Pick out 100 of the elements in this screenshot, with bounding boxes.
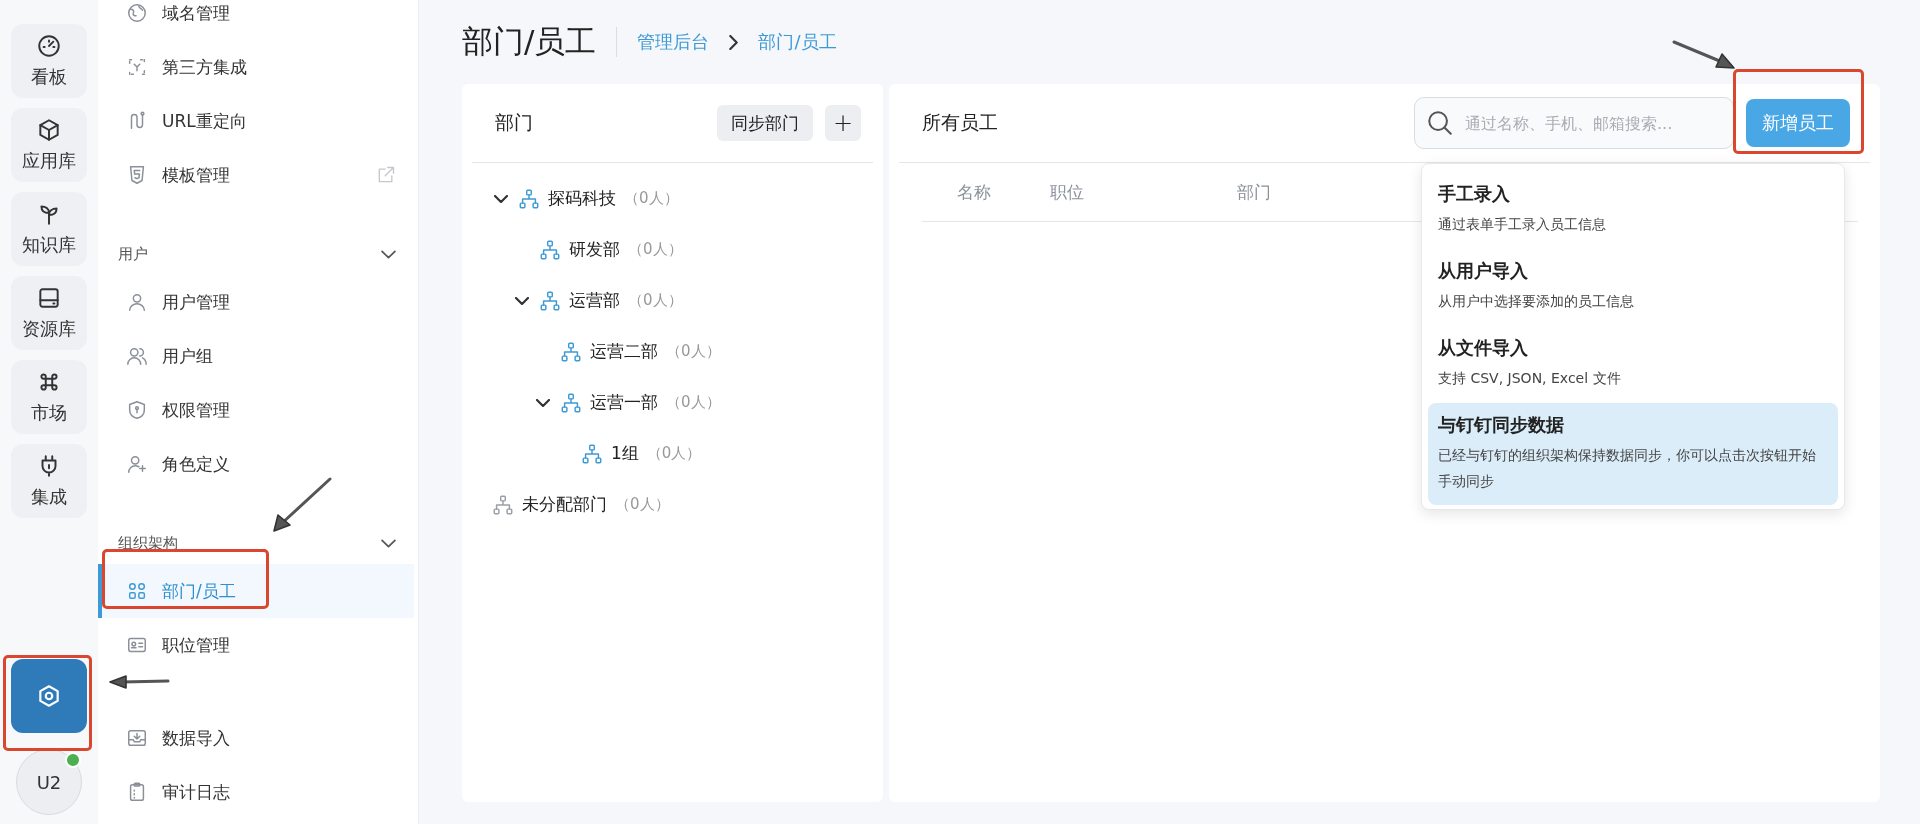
menu-item-title: 手工录入 — [1438, 182, 1511, 206]
menu-item-title: 与钉钉同步数据 — [1438, 412, 1565, 437]
sidebar-item-label: 模板管理 — [162, 163, 231, 187]
menu-item[interactable]: 从用户导入 从用户中选择要添加的员工信息 — [1428, 248, 1838, 326]
sidebar-item[interactable]: 权限管理 — [98, 383, 414, 437]
tree-node[interactable]: 运营二部 （0人） — [492, 326, 873, 377]
sidebar-item[interactable]: 角色定义 — [98, 437, 414, 491]
sidebar-item-label: 第三方集成 — [162, 55, 248, 79]
search-icon — [1428, 111, 1452, 135]
rail-nav-item[interactable]: 集成 — [11, 444, 87, 518]
chevron-icon[interactable] — [494, 194, 508, 203]
sidebar-item-label: 角色定义 — [162, 452, 231, 476]
add-department-button[interactable]: + — [825, 105, 861, 141]
department-name: 1组 — [611, 442, 639, 465]
section-header[interactable]: 用户 — [98, 234, 418, 275]
sidebar-item[interactable]: 审计日志 — [98, 765, 414, 819]
sidebar-item-label: 审计日志 — [162, 780, 231, 804]
member-count: （0人） — [628, 291, 683, 310]
chevron-icon[interactable] — [536, 398, 550, 407]
rail-nav-item[interactable]: 市场 — [11, 360, 87, 434]
tree-node[interactable]: 运营部 （0人） — [492, 275, 873, 326]
people-icon — [126, 345, 148, 367]
section-title: 用户 — [118, 245, 148, 264]
tree-node[interactable]: 研发部 （0人） — [492, 224, 873, 275]
settings-button[interactable] — [11, 659, 87, 733]
annotation-arrow — [108, 675, 170, 689]
sidebar-item-label: 职位管理 — [162, 633, 231, 657]
sidebar-item[interactable]: 职位管理 — [98, 618, 414, 672]
circles-grid-icon — [126, 580, 148, 602]
menu-item-description: 支持 CSV, JSON, Excel 文件 — [1438, 368, 1622, 388]
org-chart-icon — [560, 391, 582, 414]
sidebar-item-label: 用户管理 — [162, 290, 231, 314]
department-name: 探码科技 — [548, 187, 616, 210]
sidebar-item[interactable]: 用户管理 — [98, 275, 414, 329]
sidebar-item[interactable]: 用户组 — [98, 329, 414, 383]
sidebar-item-label: 用户组 — [162, 344, 214, 368]
member-count: （0人） — [624, 189, 679, 208]
member-count: （0人） — [615, 495, 670, 514]
person-icon — [126, 291, 148, 313]
department-name: 未分配部门 — [522, 493, 607, 516]
tree-node[interactable]: 未分配部门 （0人） — [492, 479, 873, 530]
gauge-icon — [36, 33, 62, 59]
dashed-frame-icon — [126, 56, 148, 78]
tree-node[interactable]: 1组 （0人） — [492, 428, 873, 479]
annotation-arrow — [1672, 40, 1736, 70]
menu-item[interactable]: 与钉钉同步数据 已经与钉钉的组织架构保持数据同步，你可以点击次按钮开始手动同步 — [1428, 402, 1838, 506]
org-chart-icon — [518, 187, 540, 210]
sidebar-item-label: 部门/员工 — [162, 579, 237, 603]
page-title: 部门/员工 — [462, 22, 597, 61]
menu-item-description: 通过表单手工录入员工信息 — [1438, 215, 1607, 234]
org-chart-icon — [560, 340, 582, 363]
search-field[interactable]: 通过名称、手机、邮箱搜索... — [1414, 97, 1734, 149]
column-header: 部门 — [1237, 180, 1271, 204]
rail-nav-item[interactable]: 应用库 — [11, 108, 87, 182]
menu-item-title: 从文件导入 — [1438, 335, 1529, 360]
rail-nav-item[interactable]: 知识库 — [11, 192, 87, 266]
chevron-icon[interactable] — [515, 296, 529, 305]
department-name: 运营二部 — [590, 340, 658, 363]
sidebar-item[interactable]: 域名管理 — [98, 0, 414, 40]
tray-download-icon — [126, 727, 148, 749]
member-count: （0人） — [628, 240, 683, 259]
user-avatar[interactable]: U2 — [16, 749, 82, 815]
rail-nav-item[interactable]: 资源库 — [11, 276, 87, 350]
panel-title: 所有员工 — [922, 110, 999, 135]
department-name: 运营一部 — [590, 391, 658, 414]
org-chart-icon — [492, 493, 514, 516]
menu-item[interactable]: 从文件导入 支持 CSV, JSON, Excel 文件 — [1428, 325, 1838, 403]
sync-departments-button[interactable]: 同步部门 — [717, 105, 813, 141]
chevron-right-icon — [729, 34, 739, 50]
menu-item-description: 已经与钉钉的组织架构保持数据同步，你可以点击次按钮开始手动同步 — [1438, 445, 1817, 491]
sidebar-item-label: 数据导入 — [162, 726, 231, 750]
globe-icon — [126, 2, 148, 24]
menu-item-description: 从用户中选择要添加的员工信息 — [1438, 291, 1635, 311]
sidebar-item[interactable]: 第三方集成 — [98, 40, 414, 94]
sidebar-item[interactable]: URL重定向 — [98, 94, 414, 148]
sidebar-item[interactable]: 数据导入 — [98, 711, 414, 765]
department-name: 研发部 — [569, 238, 620, 261]
settings-icon — [36, 683, 62, 709]
org-chart-icon — [581, 442, 603, 465]
drive-icon — [36, 285, 62, 311]
rail-nav-item[interactable]: 看板 — [11, 24, 87, 98]
department-name: 运营部 — [569, 289, 620, 312]
person-plus-icon — [126, 453, 148, 475]
member-count: （0人） — [666, 342, 721, 361]
shield-icon — [126, 399, 148, 421]
panel-title: 部门 — [495, 110, 534, 135]
column-header: 名称 — [957, 180, 991, 204]
sidebar-item-label: 域名管理 — [162, 1, 231, 25]
cube-icon — [36, 117, 62, 143]
org-chart-icon — [539, 238, 561, 261]
sidebar-item-label: URL重定向 — [162, 109, 248, 133]
sidebar-item-label: 权限管理 — [162, 398, 231, 422]
sidebar-item[interactable]: 模板管理 — [98, 148, 414, 202]
org-chart-icon — [539, 289, 561, 312]
member-count: （0人） — [646, 444, 702, 463]
menu-item[interactable]: 手工录入 通过表单手工录入员工信息 — [1428, 172, 1838, 249]
annotation-arrow — [272, 477, 332, 533]
tree-node[interactable]: 探码科技 （0人） — [492, 173, 873, 224]
tree-node[interactable]: 运营一部 （0人） — [492, 377, 873, 428]
member-count: （0人） — [666, 393, 721, 412]
